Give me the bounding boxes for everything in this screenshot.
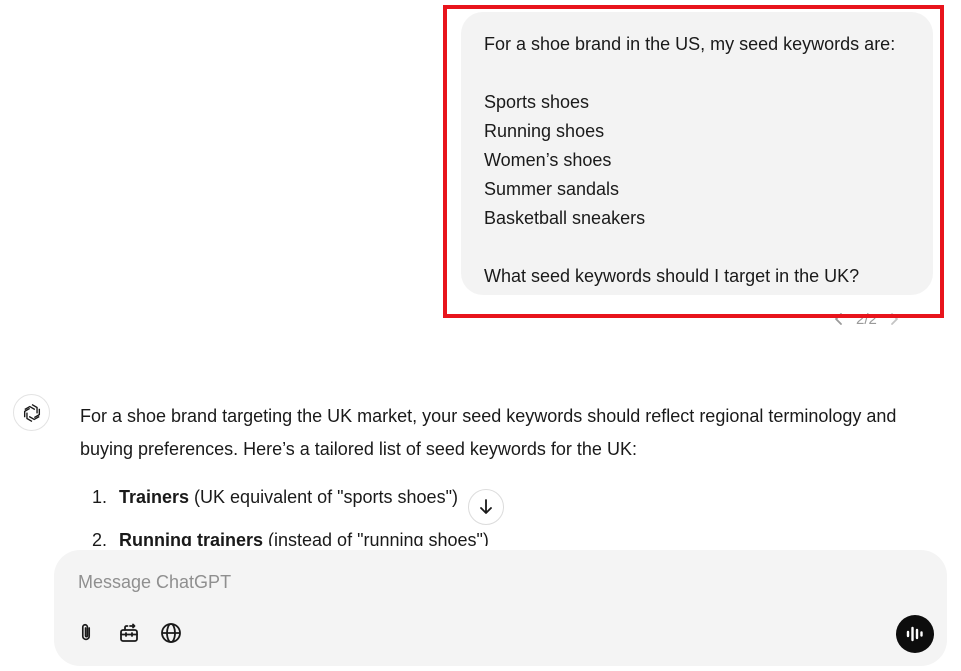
user-message-blank-line xyxy=(484,59,911,88)
attach-file-button[interactable] xyxy=(71,618,101,648)
message-composer xyxy=(54,550,947,666)
user-message-line: Running shoes xyxy=(484,121,605,141)
scroll-to-bottom-button[interactable] xyxy=(468,489,504,525)
arrow-down-icon xyxy=(480,499,492,514)
user-message-line: For a shoe brand in the US, my seed keyw… xyxy=(484,34,896,54)
openai-logo-icon xyxy=(23,403,40,422)
version-counter: 2/2 xyxy=(856,310,877,328)
user-message-bubble: For a shoe brand in the US, my seed keyw… xyxy=(461,12,933,295)
previous-version-button[interactable] xyxy=(830,310,848,328)
list-item-note: (UK equivalent of "sports shoes") xyxy=(194,487,458,507)
assistant-avatar xyxy=(13,394,50,431)
message-input[interactable] xyxy=(76,564,860,600)
toolbox-icon xyxy=(120,623,138,642)
user-message-line: Women’s shoes xyxy=(484,150,612,170)
user-message-line: Summer sandals xyxy=(484,179,620,199)
chevron-left-icon xyxy=(835,313,842,325)
user-message-blank-line xyxy=(484,233,911,262)
list-item-keyword: Trainers xyxy=(119,487,190,507)
next-version-button[interactable] xyxy=(885,310,903,328)
voice-mode-button[interactable] xyxy=(896,615,934,653)
user-message-line: Basketball sneakers xyxy=(484,208,646,228)
list-item: 1. Trainers (UK equivalent of "sports sh… xyxy=(80,476,940,519)
assistant-intro-paragraph: For a shoe brand targeting the UK market… xyxy=(80,406,897,459)
voice-waveform-icon xyxy=(906,626,923,642)
list-item-number: 1. xyxy=(92,487,108,507)
paperclip-icon xyxy=(81,623,91,641)
message-version-pager: 2/2 xyxy=(830,306,903,332)
search-web-button[interactable] xyxy=(156,618,186,648)
assistant-message: For a shoe brand targeting the UK market… xyxy=(80,400,940,562)
tools-button[interactable] xyxy=(114,618,144,648)
user-message-line: Sports shoes xyxy=(484,92,590,112)
chevron-right-icon xyxy=(890,313,898,325)
globe-icon xyxy=(161,623,181,643)
user-message-line: What seed keywords should I target in th… xyxy=(484,266,860,286)
